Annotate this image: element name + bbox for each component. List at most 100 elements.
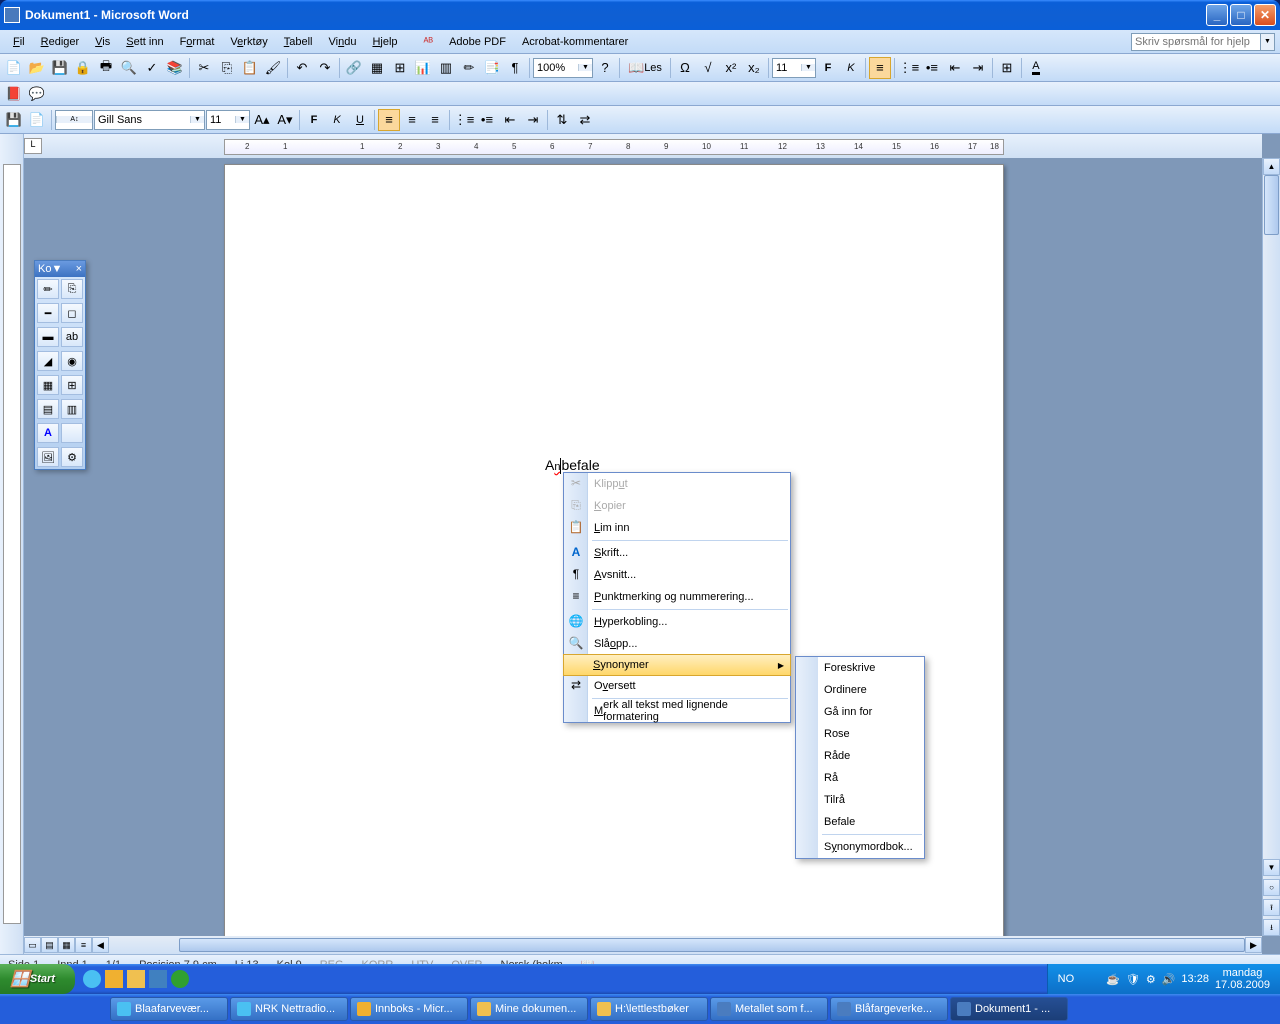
ctx-merk-all[interactable]: Merk all tekst med lignende formatering bbox=[564, 700, 790, 722]
grow-font-icon[interactable]: A▴ bbox=[251, 109, 273, 131]
scroll-down-icon[interactable]: ▼ bbox=[1263, 859, 1280, 876]
ctx-hyperkobling[interactable]: 🌐Hyperkobling... bbox=[564, 611, 790, 633]
italic-icon[interactable]: K bbox=[326, 109, 348, 131]
align-left-icon[interactable]: ≡ bbox=[378, 109, 400, 131]
indent-inc2-icon[interactable]: ⇥ bbox=[967, 57, 989, 79]
scroll-thumb[interactable] bbox=[1264, 175, 1279, 235]
menu-fil[interactable]: Fil bbox=[5, 33, 33, 51]
palette-btn-16[interactable]: ⚙ bbox=[61, 447, 83, 467]
spellcheck-icon[interactable]: ᴬᴮ bbox=[416, 33, 442, 51]
tray-lang[interactable]: NO bbox=[1058, 973, 1075, 985]
palette-btn-13[interactable]: A bbox=[37, 423, 59, 443]
bullets2-icon[interactable]: •≡ bbox=[921, 57, 943, 79]
next-page-icon[interactable]: ⭳ bbox=[1263, 919, 1280, 936]
fontcolor2-icon[interactable]: A bbox=[1025, 57, 1047, 79]
menu-format[interactable]: Format bbox=[172, 33, 223, 51]
help-search-input[interactable] bbox=[1131, 33, 1261, 51]
fontsize-combo[interactable]: ▼ bbox=[206, 110, 250, 130]
research-icon[interactable]: 📚 bbox=[164, 57, 186, 79]
print-icon[interactable]: 🖶 bbox=[95, 57, 117, 79]
pdf-comment-icon[interactable]: 💬 bbox=[26, 83, 48, 105]
vertical-scrollbar[interactable]: ▲ ▼ ○ ⭱ ⭳ bbox=[1262, 158, 1280, 936]
drawing-icon[interactable]: ✏ bbox=[458, 57, 480, 79]
task-4[interactable]: Mine dokumen... bbox=[470, 997, 588, 1021]
pdf-icon[interactable]: 📕 bbox=[3, 83, 25, 105]
hyperlink-icon[interactable]: 🔗 bbox=[343, 57, 365, 79]
align-center-icon[interactable]: ≡ bbox=[401, 109, 423, 131]
bullets-icon[interactable]: •≡ bbox=[476, 109, 498, 131]
format-painter-icon[interactable]: 🖌 bbox=[262, 57, 284, 79]
scroll-left-icon[interactable]: ◀ bbox=[92, 937, 109, 953]
task-6[interactable]: Metallet som f... bbox=[710, 997, 828, 1021]
docmap-icon[interactable]: 📑 bbox=[481, 57, 503, 79]
table-borders-icon[interactable]: ▦ bbox=[366, 57, 388, 79]
undo-icon[interactable]: ↶ bbox=[291, 57, 313, 79]
minimize-button[interactable]: _ bbox=[1206, 4, 1228, 26]
save-icon[interactable]: 💾 bbox=[49, 57, 71, 79]
new-icon[interactable]: 📄 bbox=[3, 57, 25, 79]
ql-desktop-icon[interactable] bbox=[149, 970, 167, 988]
ctx-sla-opp[interactable]: 🔍Slå opp... bbox=[564, 633, 790, 655]
prev-page-icon[interactable]: ⭱ bbox=[1263, 899, 1280, 916]
save3-icon[interactable]: 💾 bbox=[3, 109, 25, 131]
palette-btn-10[interactable]: ⊞ bbox=[61, 375, 83, 395]
border2-icon[interactable]: ⊞ bbox=[996, 57, 1018, 79]
task-7[interactable]: Blåfargeverke... bbox=[830, 997, 948, 1021]
scroll-up-icon[interactable]: ▲ bbox=[1263, 158, 1280, 175]
task-5[interactable]: H:\lettlestbøker bbox=[590, 997, 708, 1021]
help-dropdown[interactable]: ▼ bbox=[1261, 33, 1275, 51]
permission-icon[interactable]: 🔒 bbox=[72, 57, 94, 79]
subscript-icon[interactable]: x₂ bbox=[743, 57, 765, 79]
task-1[interactable]: Blaafarvevær... bbox=[110, 997, 228, 1021]
palette-btn-15[interactable]: 🖼 bbox=[37, 447, 59, 467]
ql-ie-icon[interactable] bbox=[83, 970, 101, 988]
tray-icon-1[interactable]: ☕ bbox=[1106, 973, 1120, 986]
palette-btn-11[interactable]: ▤ bbox=[37, 399, 59, 419]
translate-icon[interactable]: ⇄ bbox=[574, 109, 596, 131]
palette-btn-8[interactable]: ◉ bbox=[61, 351, 83, 371]
redo-icon[interactable]: ↷ bbox=[314, 57, 336, 79]
indent-inc-icon[interactable]: ⇥ bbox=[522, 109, 544, 131]
close-button[interactable]: ✕ bbox=[1254, 4, 1276, 26]
fontsize2-combo[interactable]: ▼ bbox=[772, 58, 816, 78]
browse-select-icon[interactable]: ○ bbox=[1263, 879, 1280, 896]
menu-tabell[interactable]: Tabell bbox=[276, 33, 321, 51]
style-combo[interactable]: A↕ bbox=[55, 110, 93, 130]
menu-rediger[interactable]: Rediger bbox=[33, 33, 88, 51]
font-combo[interactable]: ▼ bbox=[94, 110, 205, 130]
palette-close-icon[interactable]: × bbox=[76, 263, 82, 275]
ctx-avsnitt[interactable]: ¶Avsnitt... bbox=[564, 564, 790, 586]
menu-vindu[interactable]: Vindu bbox=[320, 33, 364, 51]
palette-btn-4[interactable]: ◻ bbox=[61, 303, 83, 323]
indent-dec-icon[interactable]: ⇤ bbox=[499, 109, 521, 131]
help-icon[interactable]: ? bbox=[594, 57, 616, 79]
view-normal-icon[interactable]: ▭ bbox=[24, 937, 41, 953]
menu-adobepdf[interactable]: Adobe PDF bbox=[441, 33, 514, 51]
align-left2-icon[interactable]: ≡ bbox=[869, 57, 891, 79]
task-8[interactable]: Dokument1 - ... bbox=[950, 997, 1068, 1021]
numbering2-icon[interactable]: ⋮≡ bbox=[898, 57, 920, 79]
tabstop-selector[interactable]: L bbox=[24, 138, 42, 154]
ql-folder-icon[interactable] bbox=[127, 970, 145, 988]
palette-btn-1[interactable]: ✏ bbox=[37, 279, 59, 299]
tray-icon-3[interactable]: ⚙ bbox=[1146, 973, 1156, 986]
bold2-icon[interactable]: F bbox=[817, 57, 839, 79]
palette-btn-12[interactable]: ▥ bbox=[61, 399, 83, 419]
ctx-skrift[interactable]: ASkrift... bbox=[564, 542, 790, 564]
floating-palette[interactable]: Ko ▼× ✏⎘ ━◻ ▬ab ◢◉ ▦⊞ ▤▥ A 🖼⚙ bbox=[34, 260, 86, 470]
palette-btn-14[interactable] bbox=[61, 423, 83, 443]
ctx-punktmerking[interactable]: ≡Punktmerking og nummerering... bbox=[564, 586, 790, 608]
task-3[interactable]: Innboks - Micr... bbox=[350, 997, 468, 1021]
paste-icon[interactable]: 📋 bbox=[239, 57, 261, 79]
shrink-font-icon[interactable]: A▾ bbox=[274, 109, 296, 131]
scroll-right-icon[interactable]: ▶ bbox=[1245, 937, 1262, 953]
maximize-button[interactable]: □ bbox=[1230, 4, 1252, 26]
cut-icon[interactable]: ✂ bbox=[193, 57, 215, 79]
show-marks-icon[interactable]: ¶ bbox=[504, 57, 526, 79]
zoom-combo[interactable]: ▼ bbox=[533, 58, 593, 78]
indent-dec2-icon[interactable]: ⇤ bbox=[944, 57, 966, 79]
columns-icon[interactable]: ▥ bbox=[435, 57, 457, 79]
les-button[interactable]: 📖 Les bbox=[623, 57, 667, 79]
italic2-icon[interactable]: K bbox=[840, 57, 862, 79]
ctx-synonymer[interactable]: Synonymer▶ bbox=[563, 654, 791, 676]
